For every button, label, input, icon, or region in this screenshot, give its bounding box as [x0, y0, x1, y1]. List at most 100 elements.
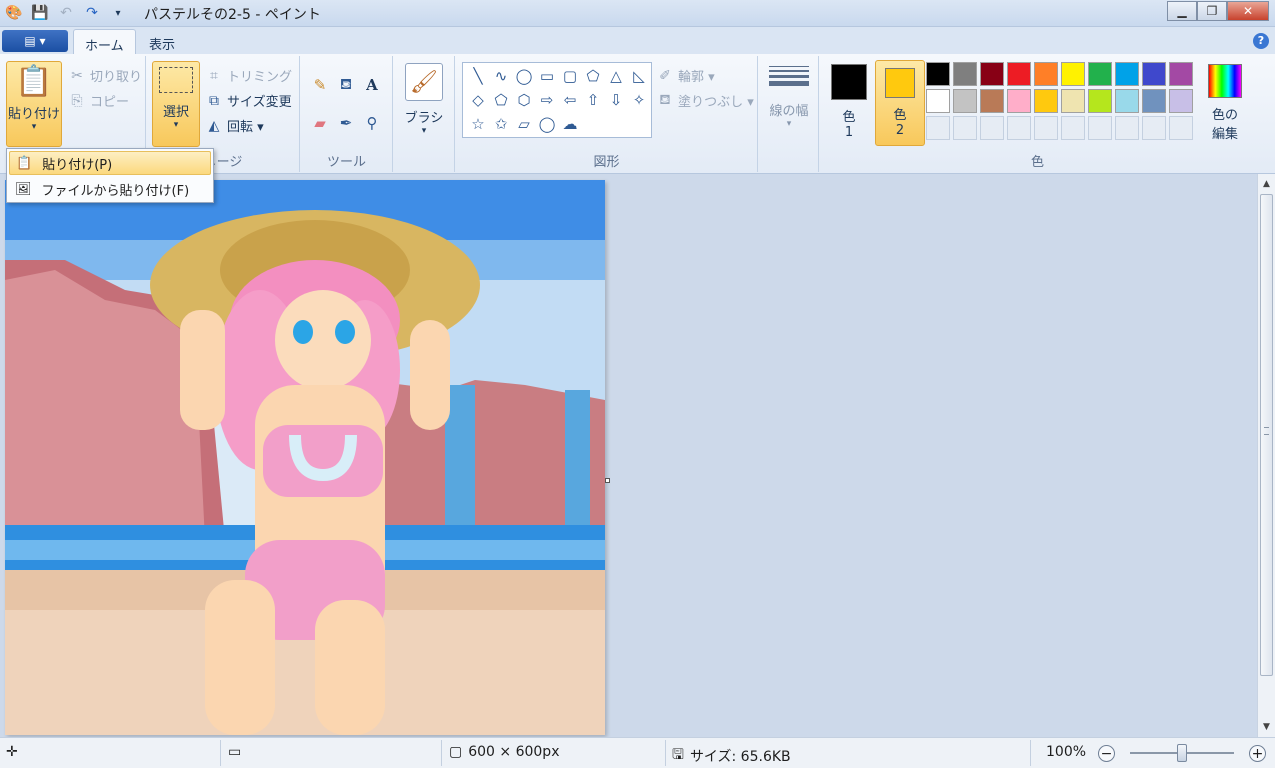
palette-color[interactable]	[1142, 62, 1166, 86]
scroll-thumb[interactable]	[1260, 194, 1273, 676]
palette-color[interactable]	[1169, 89, 1193, 113]
line-width-button[interactable]: 線の幅 ▾	[763, 62, 815, 148]
tab-view[interactable]: 表示	[138, 29, 186, 54]
resize-button[interactable]: ⧉ サイズ変更	[205, 91, 292, 111]
shape-item[interactable]: ▱	[513, 112, 535, 135]
palette-color[interactable]	[1034, 89, 1058, 113]
custom-color-slot[interactable]	[1169, 116, 1193, 140]
customize-dropdown-icon[interactable]: ▾	[108, 3, 128, 23]
color2-number: 2	[895, 123, 905, 138]
color1-button[interactable]: 色 1	[824, 60, 874, 146]
custom-color-slot[interactable]	[953, 116, 977, 140]
palette-color[interactable]	[1088, 89, 1112, 113]
undo-icon[interactable]: ↶	[56, 3, 76, 23]
shape-item[interactable]: ∿	[490, 65, 512, 88]
custom-color-slot[interactable]	[926, 116, 950, 140]
shape-item[interactable]: ⇩	[605, 89, 627, 112]
canvas-area[interactable]	[0, 174, 1257, 737]
close-button[interactable]: ✕	[1227, 1, 1269, 21]
menu-item-paste-from-file[interactable]: 🖼 ファイルから貼り付け(F)	[9, 177, 211, 201]
shape-item[interactable]: ◇	[467, 89, 489, 112]
color2-button[interactable]: 色 2	[875, 60, 925, 146]
palette-color[interactable]	[1088, 62, 1112, 86]
tools-group-label: ツール	[326, 155, 366, 170]
outline-button[interactable]: ✐ 輪郭 ▾	[656, 66, 715, 86]
custom-color-slot[interactable]	[1007, 116, 1031, 140]
color-picker-icon[interactable]: ✒	[335, 112, 357, 134]
rotate-button[interactable]: ◭ 回転 ▾	[205, 116, 264, 136]
shape-item[interactable]: ✩	[490, 112, 512, 135]
palette-color[interactable]	[1142, 89, 1166, 113]
scroll-up-icon[interactable]: ▲	[1258, 175, 1275, 192]
palette-color[interactable]	[1169, 62, 1193, 86]
custom-color-slot[interactable]	[1088, 116, 1112, 140]
shape-item[interactable]: ⬠	[582, 65, 604, 88]
custom-color-slot[interactable]	[980, 116, 1004, 140]
shape-item[interactable]: ⇦	[559, 89, 581, 112]
paste-button[interactable]: 📋 貼り付け ▾	[6, 61, 62, 147]
shape-item[interactable]: ⬡	[513, 89, 535, 112]
brush-button[interactable]: 🖌 ブラシ ▾	[398, 61, 450, 147]
custom-color-slot[interactable]	[1115, 116, 1139, 140]
magnifier-icon[interactable]: ⚲	[361, 112, 383, 134]
edit-colors-button[interactable]: 色の 編集	[1200, 62, 1250, 148]
shape-item[interactable]: ◯	[513, 65, 535, 88]
palette-color[interactable]	[1061, 89, 1085, 113]
palette-color[interactable]	[980, 62, 1004, 86]
palette-color[interactable]	[953, 62, 977, 86]
shapes-gallery[interactable]: ╲ ∿ ◯ ▭ ▢ ⬠ △ ◺ ◇ ⬠ ⬡ ⇨ ⇦ ⇧ ⇩ ✧ ☆ ✩ ▱ ◯ ☁	[462, 62, 652, 138]
pencil-icon[interactable]: ✎	[309, 74, 331, 96]
zoom-slider-thumb[interactable]	[1177, 744, 1187, 762]
vertical-scrollbar[interactable]: ▲ ▼	[1257, 174, 1275, 737]
help-icon[interactable]: ?	[1253, 33, 1269, 49]
shape-item[interactable]: ▢	[559, 65, 581, 88]
paint-app-icon[interactable]: 🎨	[4, 3, 24, 23]
fill-bucket-icon[interactable]: ⛾	[335, 74, 357, 96]
minimize-button[interactable]: ▁	[1167, 1, 1197, 21]
copy-button[interactable]: ⎘ コピー	[68, 91, 129, 111]
custom-color-slot[interactable]	[1142, 116, 1166, 140]
fill-button[interactable]: ⛾ 塗りつぶし ▾	[656, 91, 754, 111]
drawing-canvas[interactable]	[5, 180, 605, 735]
shape-item[interactable]: ╲	[467, 65, 489, 88]
shape-item[interactable]: ⇧	[582, 89, 604, 112]
crop-button[interactable]: ⌗ トリミング	[205, 66, 292, 86]
cut-button[interactable]: ✂ 切り取り	[68, 66, 142, 86]
palette-color[interactable]	[1061, 62, 1085, 86]
maximize-button[interactable]: ❐	[1197, 1, 1227, 21]
custom-color-slot[interactable]	[1061, 116, 1085, 140]
shape-item[interactable]: ✧	[628, 89, 650, 112]
shape-item[interactable]: △	[605, 65, 627, 88]
zoom-in-button[interactable]: +	[1249, 745, 1266, 762]
brushes-group: 🖌 ブラシ ▾	[394, 56, 455, 172]
text-tool-icon[interactable]: A	[361, 74, 383, 96]
palette-color[interactable]	[1007, 62, 1031, 86]
scroll-down-icon[interactable]: ▼	[1258, 718, 1275, 735]
palette-color[interactable]	[1007, 89, 1031, 113]
file-menu-button[interactable]: ▤ ▾	[2, 30, 68, 52]
tab-home[interactable]: ホーム	[73, 29, 136, 54]
palette-color[interactable]	[980, 89, 1004, 113]
zoom-out-button[interactable]: −	[1098, 745, 1115, 762]
palette-color[interactable]	[926, 89, 950, 113]
shape-item[interactable]: ▭	[536, 65, 558, 88]
shape-item[interactable]: ☆	[467, 112, 489, 135]
rotate-icon: ◭	[208, 117, 220, 134]
eraser-icon[interactable]: ▰	[309, 112, 331, 134]
menu-item-paste[interactable]: 📋 貼り付け(P)	[9, 151, 211, 175]
palette-color[interactable]	[1034, 62, 1058, 86]
palette-color[interactable]	[926, 62, 950, 86]
shape-item[interactable]: ⇨	[536, 89, 558, 112]
palette-color[interactable]	[953, 89, 977, 113]
palette-color[interactable]	[1115, 89, 1139, 113]
select-button[interactable]: 選択 ▾	[152, 61, 200, 147]
redo-icon[interactable]: ↷	[82, 3, 102, 23]
shape-item[interactable]: ◺	[628, 65, 650, 88]
palette-color[interactable]	[1115, 62, 1139, 86]
shape-item[interactable]: ◯	[536, 112, 558, 135]
custom-color-slot[interactable]	[1034, 116, 1058, 140]
canvas-resize-handle[interactable]	[605, 478, 610, 483]
shape-item[interactable]: ☁	[559, 112, 581, 135]
shape-item[interactable]: ⬠	[490, 89, 512, 112]
save-icon[interactable]: 💾	[30, 3, 50, 23]
